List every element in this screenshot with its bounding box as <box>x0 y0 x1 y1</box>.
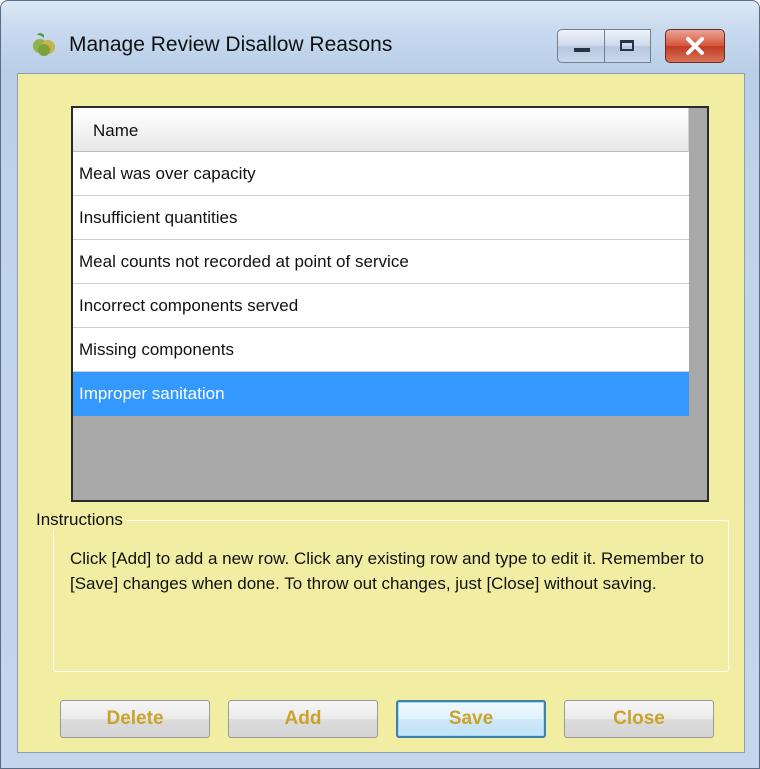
maximize-button[interactable] <box>605 29 651 63</box>
instructions-text: Click [Add] to add a new row. Click any … <box>70 549 705 593</box>
table-row[interactable]: Meal counts not recorded at point of ser… <box>73 240 689 284</box>
row-name-cell: Insufficient quantities <box>79 208 238 227</box>
close-window-button[interactable] <box>665 29 725 63</box>
close-button[interactable]: Close <box>564 700 714 738</box>
instructions-groupbox <box>53 520 729 672</box>
column-header-name[interactable]: Name <box>73 108 689 152</box>
table-row[interactable]: Meal was over capacity <box>73 152 689 196</box>
table-row[interactable]: Incorrect components served <box>73 284 689 328</box>
title-bar[interactable]: Manage Review Disallow Reasons <box>1 1 759 65</box>
table-row[interactable]: Missing components <box>73 328 689 372</box>
close-icon <box>686 37 704 55</box>
row-name-cell: Missing components <box>79 340 234 359</box>
delete-button[interactable]: Delete <box>60 700 210 738</box>
row-name-cell: Incorrect components served <box>79 296 299 315</box>
column-header-label: Name <box>93 121 139 140</box>
table-row-selected[interactable]: Improper sanitation <box>73 372 689 416</box>
save-button[interactable]: Save <box>396 700 546 738</box>
add-button[interactable]: Add <box>228 700 378 738</box>
instructions-legend: Instructions <box>32 510 127 530</box>
maximize-icon <box>620 40 634 51</box>
minimize-icon <box>574 48 590 52</box>
row-name-cell: Improper sanitation <box>79 384 225 403</box>
window-title: Manage Review Disallow Reasons <box>69 33 393 56</box>
row-name-cell: Meal was over capacity <box>79 164 256 183</box>
fruit-icon <box>33 33 55 56</box>
reasons-grid[interactable]: Name Meal was over capacity Insufficient… <box>71 106 709 502</box>
dialog-client-area: Name Meal was over capacity Insufficient… <box>17 73 745 753</box>
table-row[interactable]: Insufficient quantities <box>73 196 689 240</box>
minimize-button[interactable] <box>557 29 605 63</box>
dialog-window: Manage Review Disallow Reasons Name Meal… <box>0 0 760 769</box>
row-name-cell: Meal counts not recorded at point of ser… <box>79 252 409 271</box>
